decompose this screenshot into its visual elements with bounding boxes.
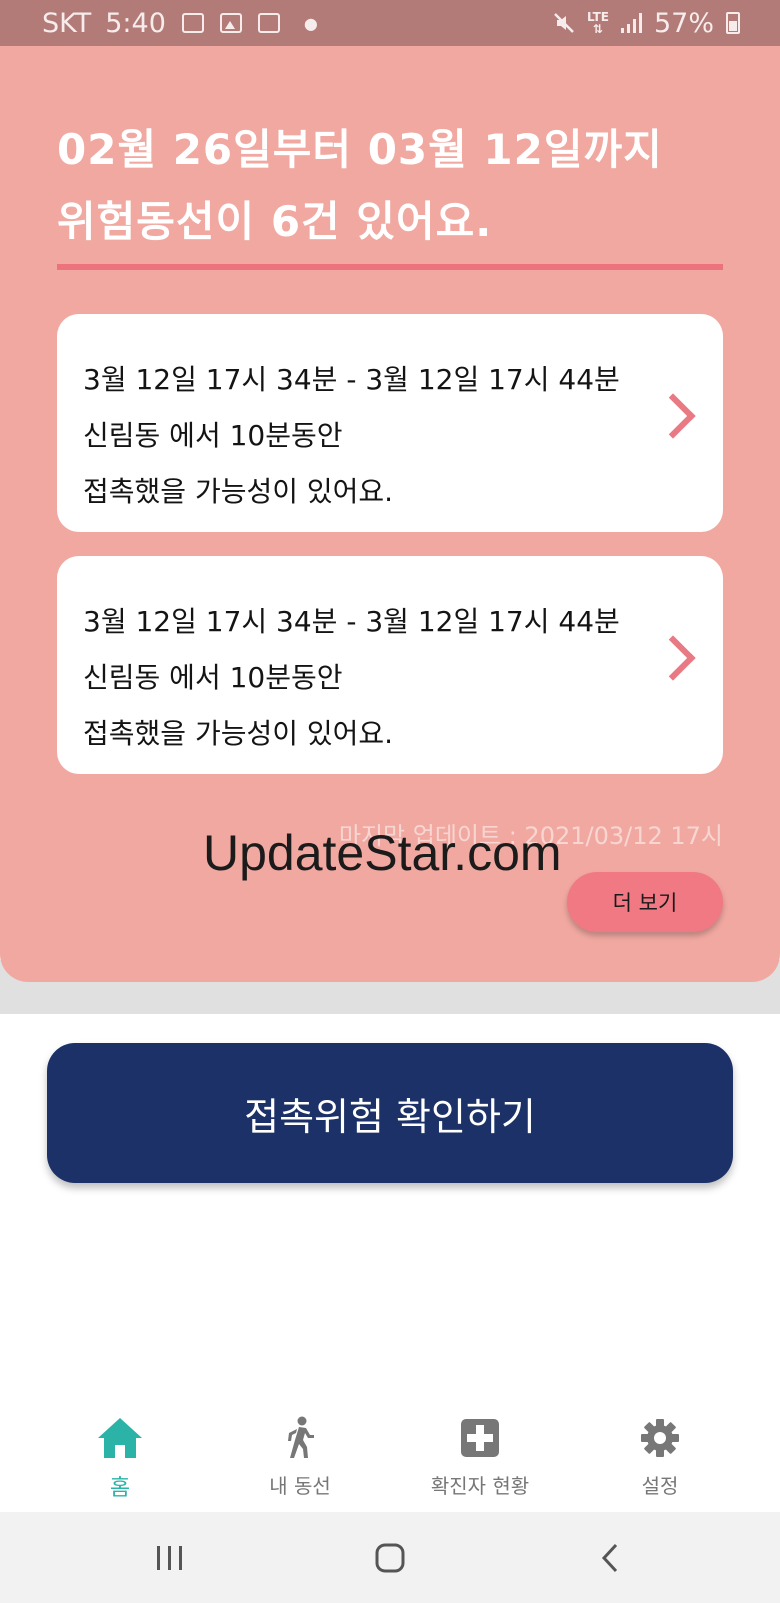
bottom-tab-bar: 홈 내 동선 확진자 현황 설정 bbox=[0, 1408, 780, 1512]
chevron-right-icon bbox=[650, 635, 696, 681]
contact-card[interactable]: 3월 12일 17시 34분 - 3월 12일 17시 44분 신림동 에서 1… bbox=[57, 314, 723, 532]
tab-my-route[interactable]: 내 동선 bbox=[205, 1408, 395, 1512]
home-nav-button[interactable] bbox=[358, 1512, 422, 1603]
notification-avatar-icon bbox=[257, 13, 280, 33]
system-navigation-bar bbox=[0, 1512, 780, 1603]
battery-icon bbox=[726, 12, 740, 34]
tab-home[interactable]: 홈 bbox=[25, 1408, 215, 1512]
contact-time-range: 3월 12일 17시 34분 - 3월 12일 17시 44분 bbox=[83, 605, 620, 638]
recent-apps-icon bbox=[157, 1545, 182, 1570]
chevron-right-icon bbox=[650, 393, 696, 439]
tab-label: 내 동선 bbox=[269, 1474, 331, 1498]
home-square-icon bbox=[375, 1543, 405, 1572]
tab-settings[interactable]: 설정 bbox=[565, 1408, 755, 1512]
more-notifications-dot-icon: ● bbox=[303, 13, 318, 33]
headline-divider bbox=[57, 264, 723, 270]
watermark-text: UpdateStar.com bbox=[203, 825, 562, 881]
contact-message: 접촉했을 가능성이 있어요. bbox=[83, 717, 394, 750]
back-chevron-icon bbox=[601, 1543, 618, 1572]
more-button[interactable]: 더 보기 bbox=[567, 872, 723, 932]
contact-place-duration: 신림동 에서 10분동안 bbox=[83, 419, 343, 452]
summary-line-1: 02월 26일부터 03월 12일까지 bbox=[57, 125, 663, 174]
status-time: 5:40 bbox=[105, 7, 166, 39]
status-bar: SKT 5:40 ● LTE ⇅ 57% bbox=[0, 0, 780, 46]
check-contact-risk-button[interactable]: 접촉위험 확인하기 bbox=[47, 1043, 733, 1183]
contact-place-duration: 신림동 에서 10분동안 bbox=[83, 661, 343, 694]
recent-apps-button[interactable] bbox=[140, 1512, 200, 1603]
tab-label: 확진자 현황 bbox=[430, 1474, 530, 1498]
walking-person-icon bbox=[288, 1416, 314, 1458]
gallery-icon bbox=[219, 13, 242, 33]
gear-icon bbox=[641, 1419, 679, 1457]
signal-icon bbox=[620, 13, 642, 33]
tab-confirmed-status[interactable]: 확진자 현황 bbox=[385, 1408, 575, 1512]
tab-label: 설정 bbox=[641, 1474, 679, 1498]
contact-time-range: 3월 12일 17시 34분 - 3월 12일 17시 44분 bbox=[83, 363, 620, 396]
tab-label: 홈 bbox=[109, 1476, 131, 1501]
carrier-label: SKT bbox=[42, 7, 92, 39]
notification-avatar-icon bbox=[181, 13, 204, 33]
summary-line-2: 위험동선이 6건 있어요. bbox=[57, 197, 493, 246]
battery-percent: 57% bbox=[653, 7, 714, 39]
contact-message: 접촉했을 가능성이 있어요. bbox=[83, 475, 394, 508]
risk-summary-panel: 02월 26일부터 03월 12일까지 위험동선이 6건 있어요. 3월 12일… bbox=[0, 46, 780, 982]
back-button[interactable] bbox=[580, 1512, 640, 1603]
mute-icon bbox=[554, 13, 574, 33]
home-icon bbox=[98, 1418, 142, 1458]
contact-card[interactable]: 3월 12일 17시 34분 - 3월 12일 17시 44분 신림동 에서 1… bbox=[57, 556, 723, 774]
summary-headline: 02월 26일부터 03월 12일까지 위험동선이 6건 있어요. bbox=[57, 114, 737, 258]
medical-plus-icon bbox=[461, 1419, 499, 1457]
lte-icon: LTE ⇅ bbox=[586, 10, 609, 36]
